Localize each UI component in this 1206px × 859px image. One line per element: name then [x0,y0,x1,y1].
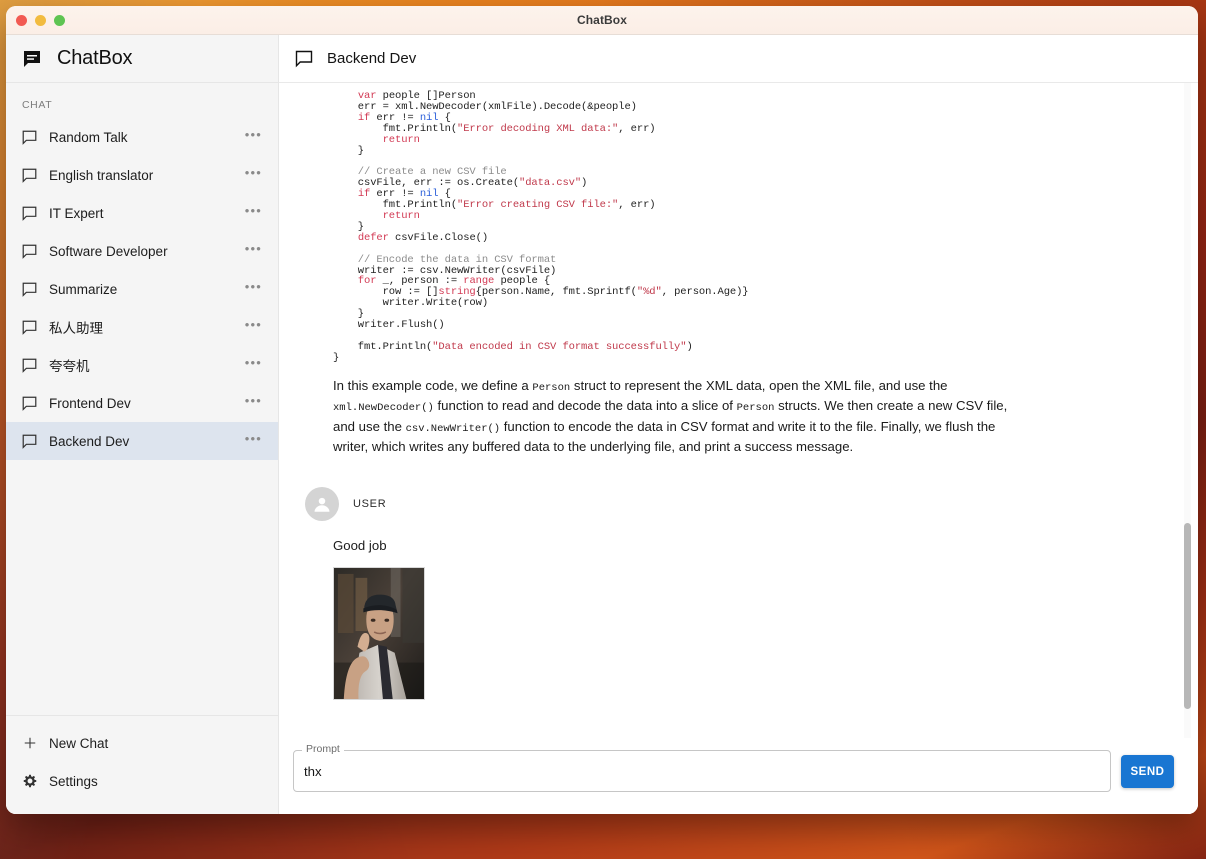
close-window-button[interactable] [16,14,27,26]
sidebar-item-label: IT Expert [49,205,104,221]
sidebar-item-label: Summarize [49,281,118,297]
prompt-input-wrapper[interactable]: Prompt thx [293,743,1111,792]
conversation-header: Backend Dev [279,35,1198,83]
chat-item-menu-icon[interactable]: ••• [245,318,262,334]
chatbox-window: ChatBox ChatBox CHAT Random Talk ••• Eng… [6,6,1198,814]
chat-item-menu-icon[interactable]: ••• [245,128,262,144]
sidebar-item-frontend-dev[interactable]: Frontend Dev ••• [6,384,278,422]
avatar [305,487,339,522]
new-chat-label: New Chat [49,735,109,751]
sidebar-footer: New Chat Settings [6,716,278,814]
composer: Prompt thx SEND [279,738,1198,814]
window-title: ChatBox [576,13,628,27]
new-chat-button[interactable]: New Chat [6,724,278,762]
prompt-input-border [293,750,1111,792]
conversation-title: Backend Dev [327,50,417,67]
sidebar-item-label: Random Talk [49,129,128,145]
sidebar-item-english-translator[interactable]: English translator ••• [6,156,278,194]
sidebar-item-summarize[interactable]: Summarize ••• [6,270,278,308]
sidebar-item-backend-dev[interactable]: Backend Dev ••• [6,422,278,460]
sidebar-brand-label: ChatBox [57,47,133,69]
gear-icon [22,773,38,789]
chat-bubble-outline-icon [22,244,37,259]
settings-button[interactable]: Settings [6,762,278,800]
chat-bubble-outline-icon [22,434,37,449]
sidebar-item-label: Software Developer [49,243,168,259]
settings-label: Settings [49,773,98,789]
chat-item-menu-icon[interactable]: ••• [245,280,262,296]
minimize-window-button[interactable] [35,14,46,26]
message-list: var people []Person err = xml.NewDecoder… [279,83,1198,738]
chat-item-menu-icon[interactable]: ••• [245,394,262,410]
user-message: USER Good job [305,487,1158,701]
chat-list: Random Talk ••• English translator ••• I… [6,118,278,716]
sidebar-item-it-expert[interactable]: IT Expert ••• [6,194,278,232]
chat-item-menu-icon[interactable]: ••• [245,242,262,258]
chat-bubble-outline-icon [22,358,37,373]
chat-bubble-outline-icon [22,320,37,335]
message-scroll-area: var people []Person err = xml.NewDecoder… [279,83,1198,738]
sidebar-item-label: 私人助理 [49,321,103,336]
inline-code: xml.NewDecoder() [333,402,434,415]
chat-bubble-outline-icon [22,206,37,221]
inline-code: Person [736,402,775,415]
assistant-code-block: var people []Person err = xml.NewDecoder… [333,89,1158,364]
sidebar-brand: ChatBox [6,35,278,83]
user-message-attachment-image[interactable] [333,567,425,701]
chat-bubble-outline-icon [22,396,37,411]
window-title-bar: ChatBox [6,6,1198,35]
inline-code: Person [532,381,571,394]
chat-bubble-outline-icon [22,130,37,145]
plus-icon [22,735,38,751]
chat-bubble-outline-icon [295,50,313,68]
sidebar-item-label: Frontend Dev [49,395,131,411]
user-message-header: USER [305,487,1158,522]
chat-item-menu-icon[interactable]: ••• [245,204,262,220]
sidebar-section-label: CHAT [22,99,53,111]
sidebar: ChatBox CHAT Random Talk ••• English tra… [6,35,279,814]
desktop-background: ChatBox ChatBox CHAT Random Talk ••• Eng… [0,0,1206,859]
send-button[interactable]: SEND [1121,755,1174,788]
message-scrollbar[interactable] [1184,83,1191,738]
chat-bubble-outline-icon [22,168,37,183]
sidebar-item-label: Backend Dev [49,433,130,449]
sidebar-item-compliment-machine[interactable]: 夸夸机 ••• [6,346,278,384]
user-message-text: Good job [333,538,387,554]
traffic-lights [16,6,65,34]
message-scrollbar-thumb[interactable] [1184,523,1191,709]
sidebar-item-software-developer[interactable]: Software Developer ••• [6,232,278,270]
main-panel: Backend Dev var people []Person err = xm… [279,35,1198,814]
chat-item-menu-icon[interactable]: ••• [245,356,262,372]
chat-item-menu-icon[interactable]: ••• [245,166,262,182]
sidebar-item-personal-assistant[interactable]: 私人助理 ••• [6,308,278,346]
prompt-input[interactable]: thx [304,750,322,792]
sidebar-item-label: 夸夸机 [49,359,90,374]
user-role-label: USER [353,498,387,511]
chat-item-menu-icon[interactable]: ••• [245,432,262,448]
inline-code: csv.NewWriter() [405,422,501,435]
maximize-window-button[interactable] [54,14,65,26]
chat-bubble-filled-icon [22,49,42,69]
sidebar-item-label: English translator [49,167,154,183]
chat-bubble-outline-icon [22,282,37,297]
sidebar-item-random-talk[interactable]: Random Talk ••• [6,118,278,156]
assistant-paragraph: In this example code, we define a Person… [333,377,1008,455]
